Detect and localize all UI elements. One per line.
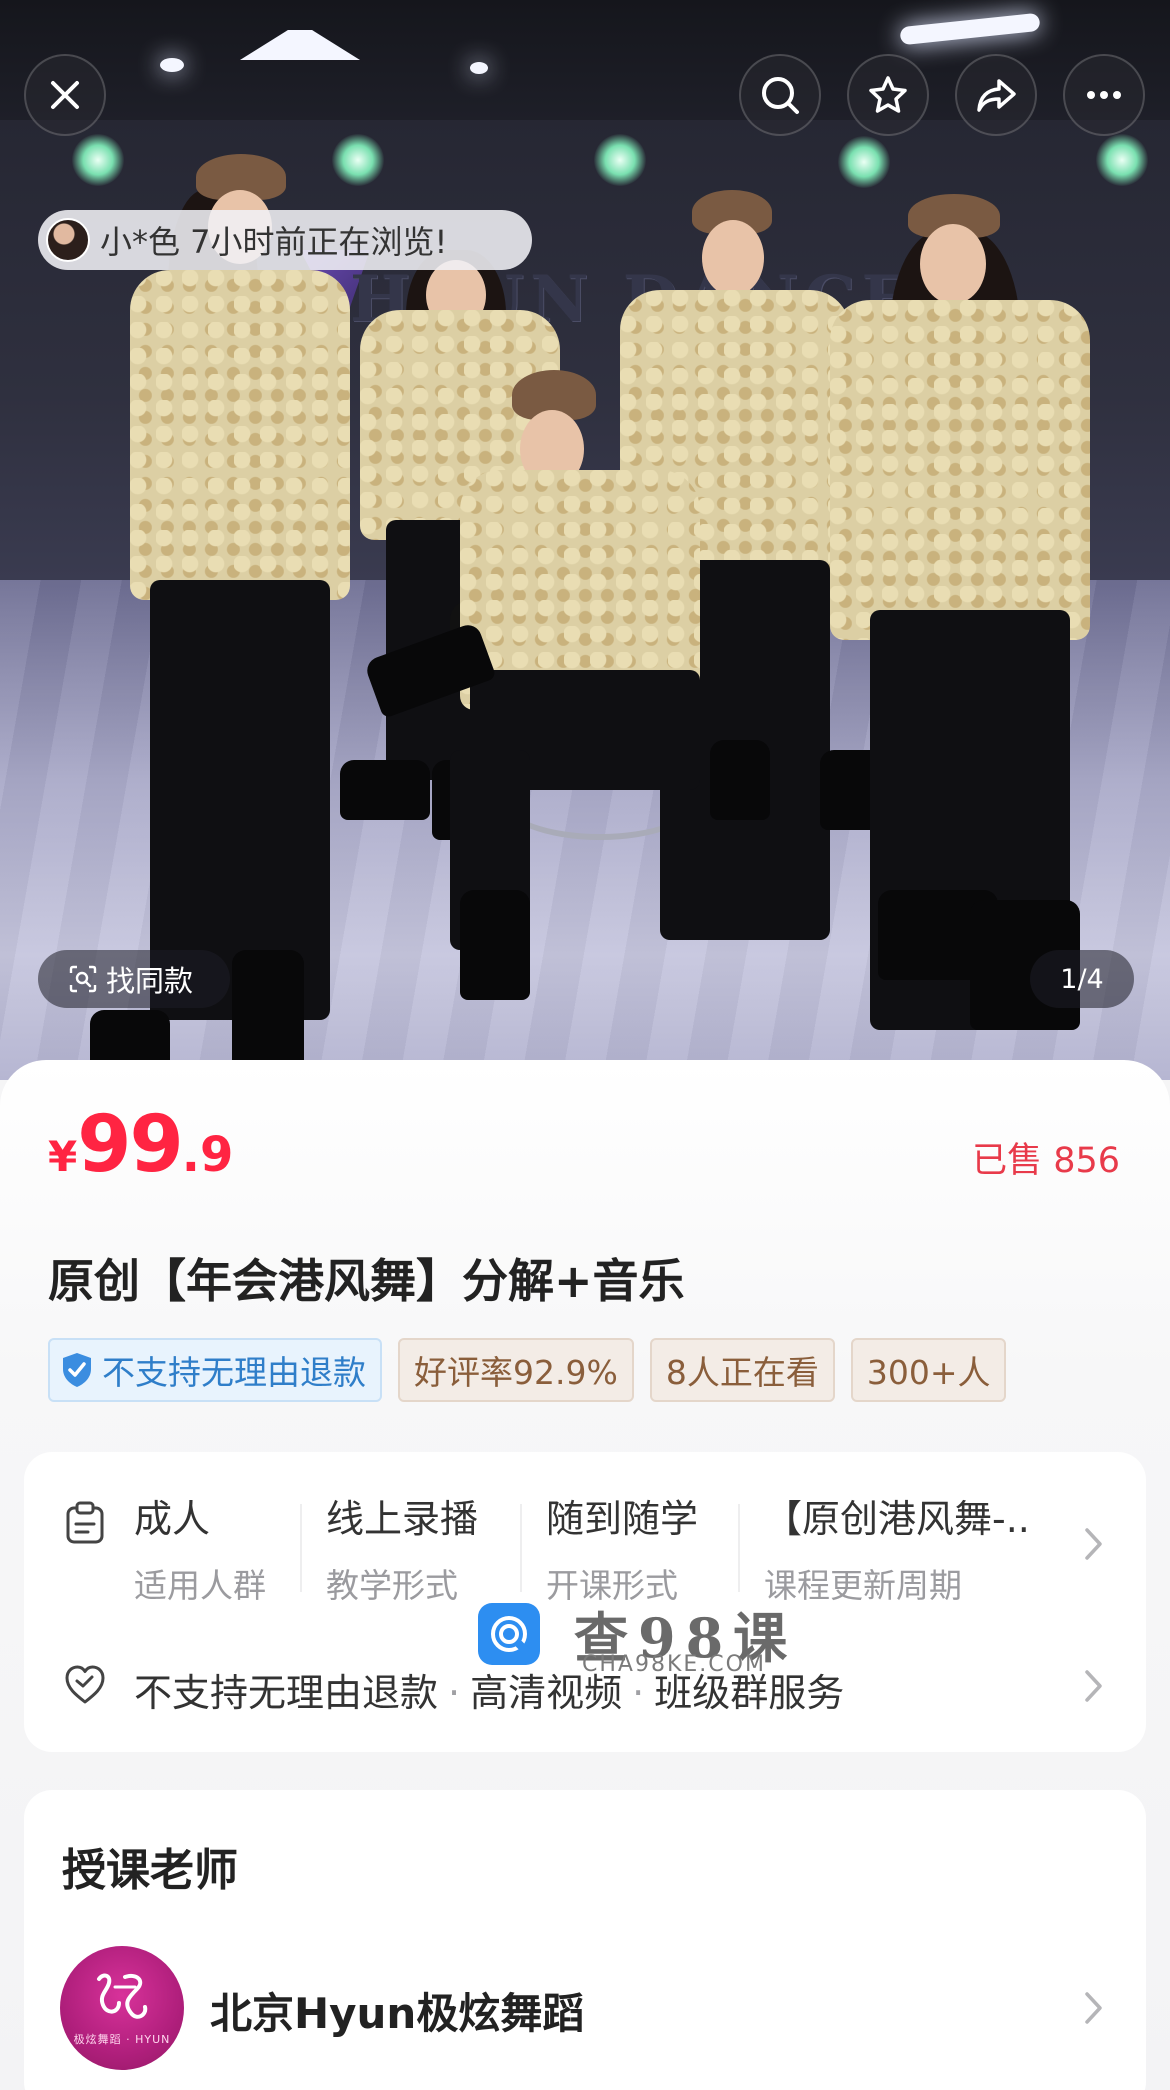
attribute-value: 线上录播 bbox=[326, 1497, 479, 1541]
close-button[interactable] bbox=[24, 54, 106, 136]
stage-light bbox=[1096, 134, 1148, 186]
chevron-right-icon bbox=[1085, 1670, 1102, 1702]
studio-logo-icon bbox=[97, 1973, 148, 2019]
attribute-key: 教学形式 bbox=[326, 1566, 458, 1605]
tag-label: 8人正在看 bbox=[665, 1353, 819, 1392]
heart-shield-icon bbox=[65, 1665, 105, 1704]
share-button[interactable] bbox=[955, 54, 1037, 136]
more-button[interactable] bbox=[1063, 54, 1145, 136]
price: ¥99.9 bbox=[48, 1100, 233, 1190]
find-similar-label: 找同款 bbox=[106, 964, 194, 998]
ceiling-lamp bbox=[240, 30, 360, 60]
clipboard-icon bbox=[66, 1501, 104, 1544]
watermark-logo-icon bbox=[491, 1615, 530, 1655]
divider bbox=[738, 1504, 740, 1592]
attribute-format: 线上录播 教学形式 bbox=[326, 1488, 478, 1607]
attribute-key: 课程更新周期 bbox=[764, 1566, 962, 1605]
tag-good-rating[interactable]: 好评率92.9% bbox=[398, 1338, 634, 1402]
teacher-name: 北京Hyun极炫舞蹈 bbox=[210, 1989, 585, 2038]
service-item: 不支持无理由退款 bbox=[134, 1671, 439, 1715]
share-icon bbox=[977, 79, 1016, 112]
divider bbox=[300, 1504, 302, 1592]
watermark-subtext: CHA98KE.COM bbox=[582, 1652, 766, 1677]
divider bbox=[520, 1504, 522, 1592]
tag-watching[interactable]: 8人正在看 bbox=[649, 1338, 835, 1402]
separator: · bbox=[632, 1671, 645, 1715]
stage-light bbox=[332, 134, 384, 186]
tag-label: 好评率92.9% bbox=[414, 1353, 618, 1392]
sold-count: 已售 856 bbox=[972, 1141, 1120, 1181]
stage-light bbox=[838, 136, 890, 188]
attribute-schedule: 随到随学 开课形式 bbox=[546, 1488, 698, 1607]
attribute-audience: 成人 适用人群 bbox=[134, 1488, 266, 1607]
product-title: 原创【年会港风舞】分解+音乐 bbox=[48, 1254, 685, 1308]
ceiling-lamp bbox=[160, 58, 184, 72]
attribute-value: 随到随学 bbox=[546, 1497, 699, 1541]
favorite-button[interactable] bbox=[847, 54, 929, 136]
price-currency: ¥ bbox=[48, 1132, 78, 1181]
find-similar-button[interactable]: 找同款 bbox=[38, 950, 230, 1008]
separator: · bbox=[448, 1671, 461, 1715]
service-item: 高清视频 bbox=[470, 1671, 623, 1715]
avatar-caption: 极炫舞蹈 · HYUN bbox=[73, 2033, 171, 2046]
teacher-avatar[interactable]: 极炫舞蹈 · HYUN bbox=[60, 1946, 184, 2070]
viewer-avatar bbox=[46, 218, 90, 262]
tag-label: 不支持无理由退款 bbox=[102, 1353, 366, 1392]
ceiling-lamp bbox=[470, 62, 488, 74]
ceiling-lamp bbox=[899, 12, 1041, 46]
attribute-update-cycle: 【原创港风舞-.. 课程更新周期 bbox=[764, 1488, 1030, 1607]
price-integer: 99 bbox=[77, 1100, 184, 1190]
chevron-right-icon bbox=[1085, 1528, 1102, 1560]
attribute-key: 适用人群 bbox=[134, 1566, 266, 1605]
shield-check-icon bbox=[63, 1353, 91, 1387]
watermark-logo bbox=[478, 1602, 540, 1665]
search-icon bbox=[762, 77, 799, 114]
tag-label: 300+人 bbox=[866, 1353, 991, 1392]
service-item: 班级群服务 bbox=[654, 1671, 845, 1715]
section-heading: 授课老师 bbox=[62, 1845, 238, 1896]
more-icon bbox=[1087, 91, 1121, 99]
image-page-indicator: 1/4 bbox=[1030, 950, 1134, 1008]
tag-no-refund[interactable]: 不支持无理由退款 bbox=[48, 1338, 382, 1402]
tag-learners[interactable]: 300+人 bbox=[850, 1338, 1007, 1402]
stage-light bbox=[594, 134, 646, 186]
product-hero-image[interactable]: HYUN DANCE bbox=[0, 0, 1170, 1080]
attribute-value: 【原创港风舞-.. bbox=[764, 1497, 1030, 1541]
attribute-value: 成人 bbox=[134, 1497, 211, 1541]
star-icon bbox=[869, 76, 907, 113]
product-tags: 不支持无理由退款 好评率92.9% 8人正在看 300+人 bbox=[48, 1338, 1128, 1404]
search-button[interactable] bbox=[739, 54, 821, 136]
scan-search-icon bbox=[69, 965, 97, 993]
close-icon bbox=[51, 81, 79, 109]
stage-light bbox=[72, 134, 124, 186]
chevron-right-icon bbox=[1085, 1992, 1102, 2024]
teacher-card[interactable]: 授课老师 极炫舞蹈 · HYUN 北京Hyun极炫舞蹈 bbox=[24, 1790, 1146, 2090]
price-decimal: .9 bbox=[181, 1127, 234, 1183]
recent-viewer-notice: 小*色 7小时前正在浏览! bbox=[38, 210, 532, 270]
viewer-notice-text: 小*色 7小时前正在浏览! bbox=[100, 223, 448, 261]
